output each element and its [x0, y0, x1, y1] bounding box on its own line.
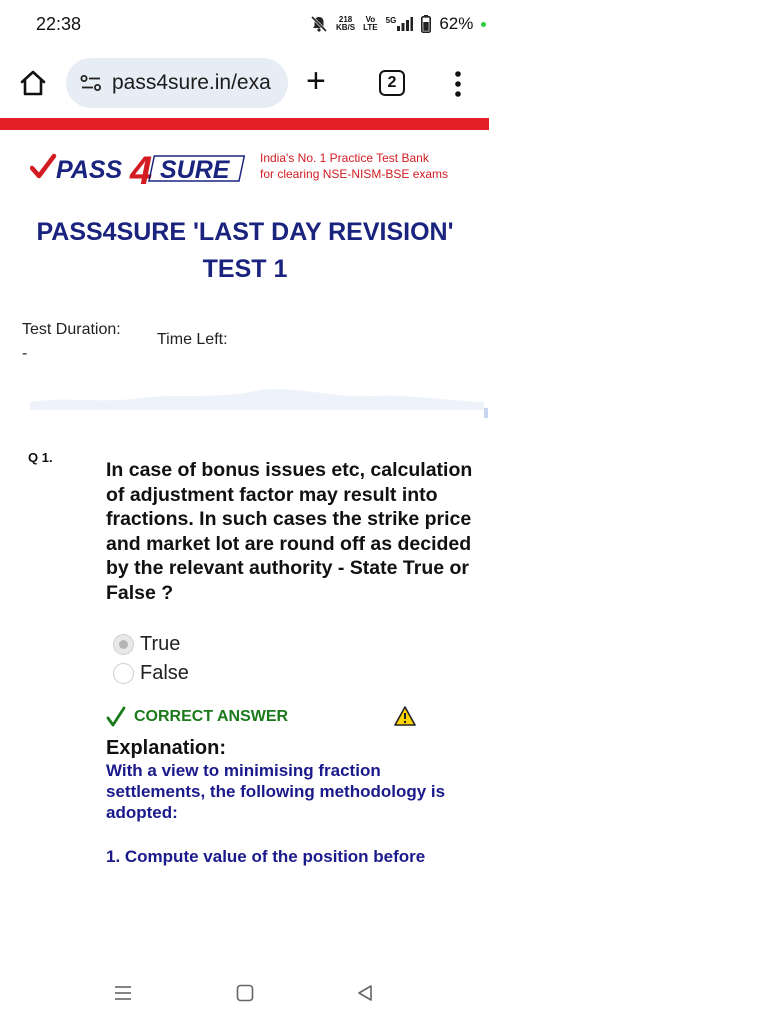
result-banner: CORRECT ANSWER	[106, 706, 288, 728]
explanation-text: With a view to minimising fraction settl…	[106, 761, 446, 822]
option-true-label[interactable]: True	[140, 633, 180, 656]
tagline: India's No. 1 Practice Test Bank for cle…	[260, 150, 448, 182]
status-bar: 22:38 218 KB/S Vo LTE 5G 62%	[0, 0, 768, 52]
scroll-indicator	[484, 408, 488, 418]
site-settings-icon[interactable]	[80, 74, 102, 92]
check-icon	[106, 706, 126, 727]
tagline-line2: for clearing NSE-NISM-BSE exams	[260, 167, 449, 181]
back-icon[interactable]	[356, 984, 374, 1002]
radio-true[interactable]	[113, 634, 134, 655]
tagline-line1: India's No. 1 Practice Test Bank	[260, 151, 429, 165]
signal-icon: 5G	[386, 17, 414, 31]
privacy-dot	[481, 21, 487, 27]
explanation-heading: Explanation:	[106, 737, 227, 759]
home-nav-icon[interactable]	[236, 984, 254, 1002]
url-text[interactable]: pass4sure.in/exa	[112, 71, 271, 95]
bell-muted-icon	[310, 15, 328, 33]
net-speed: 218 KB/S	[336, 16, 355, 32]
test-duration-value: -	[22, 345, 28, 362]
tabs-icon[interactable]: 2	[379, 70, 405, 96]
test-duration-label: Test Duration:	[22, 321, 121, 338]
brand-bar	[0, 118, 489, 130]
report-warning-icon[interactable]	[394, 706, 416, 726]
test-duration: Test Duration: -	[22, 318, 132, 366]
volte-bottom: LTE	[363, 23, 378, 32]
net-speed-unit: KB/S	[336, 23, 356, 32]
option-false[interactable]: False	[113, 662, 189, 685]
new-tab-icon[interactable]: +	[306, 64, 326, 98]
page-title: PASS4SURE 'LAST DAY REVISION' TEST 1	[36, 218, 454, 283]
battery-icon	[421, 15, 432, 33]
logo-digit: 4	[129, 149, 152, 188]
time-left-label: Time Left:	[157, 331, 228, 348]
status-time: 22:38	[36, 14, 82, 34]
battery-percent: 62%	[439, 14, 474, 33]
recent-apps-icon[interactable]	[114, 984, 132, 1002]
timer-strip	[30, 389, 484, 410]
volte-indicator: Vo LTE	[363, 16, 378, 32]
radio-false[interactable]	[113, 663, 134, 684]
question-number: Q 1.	[28, 450, 53, 465]
system-nav-bar	[0, 970, 768, 1024]
explanation-step: 1. Compute value of the position before	[106, 847, 426, 866]
home-icon[interactable]	[18, 68, 48, 98]
more-menu-icon[interactable]	[448, 70, 468, 98]
option-false-label[interactable]: False	[140, 662, 189, 685]
question-text: In case of bonus issues etc, calculation…	[106, 459, 473, 604]
address-bar[interactable]: pass4sure.in/exa	[66, 58, 288, 108]
status-icons: 218 KB/S Vo LTE 5G 62%	[310, 14, 487, 34]
tab-count: 2	[387, 74, 397, 91]
result-label: CORRECT ANSWER	[134, 708, 289, 725]
logo-pass: PASS	[56, 156, 123, 184]
option-true[interactable]: True	[113, 633, 180, 656]
browser-toolbar: pass4sure.in/exa + 2	[0, 52, 490, 114]
pass4sure-logo[interactable]: PASS 4 SURE	[29, 148, 260, 193]
signal-label: 5G	[385, 16, 397, 25]
logo-sure: SURE	[160, 156, 231, 184]
